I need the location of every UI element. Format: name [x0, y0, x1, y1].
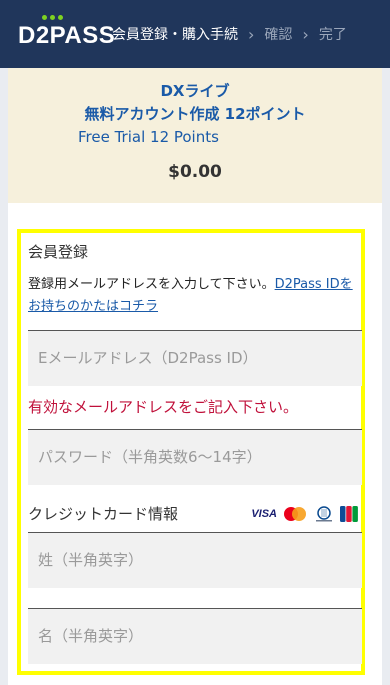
email-placeholder: Eメールアドレス（D2Pass ID） — [38, 349, 258, 367]
chevron-right-icon: › — [248, 24, 255, 44]
visa-icon: VISA — [251, 507, 277, 520]
last-name-placeholder: 姓（半角英字） — [38, 551, 144, 569]
last-name-field[interactable]: 姓（半角英字） — [28, 532, 362, 588]
diners-club-icon — [313, 505, 335, 522]
product-name-line1: DXライブ — [160, 82, 230, 100]
email-error-message: 有効なメールアドレスをご記入下さい。 — [28, 398, 299, 416]
step-register-purchase: 会員登録・購入手続 — [112, 27, 238, 43]
mastercard-icon — [282, 506, 308, 522]
card-brand-icons: VISA — [251, 505, 358, 522]
credit-card-title: クレジットカード情報 — [28, 505, 179, 523]
order-summary: DXライブ 無料アカウント作成 12ポイント Free Trial 12 Poi… — [8, 68, 382, 203]
jcb-icon — [340, 505, 358, 522]
d2pass-logo[interactable]: D2PASS — [18, 22, 115, 50]
password-field[interactable]: パスワード（半角英数6〜14字） — [28, 429, 362, 485]
product-name-english: Free Trial 12 Points — [78, 128, 219, 146]
first-name-placeholder: 名（半角英字） — [38, 627, 144, 645]
chevron-right-icon: › — [302, 24, 309, 44]
logo-dots — [42, 15, 63, 20]
product-name-line2: 無料アカウント作成 12ポイント — [84, 105, 306, 123]
password-placeholder: パスワード（半角英数6〜14字） — [38, 448, 262, 466]
step-confirm: 確認 — [264, 27, 293, 43]
top-header: D2PASS 会員登録・購入手続 › 確認 › 完了 — [0, 0, 390, 68]
registration-note-text: 登録用メールアドレスを入力して下さい。 — [28, 277, 275, 292]
registration-note: 登録用メールアドレスを入力して下さい。D2Pass IDをお持ちのかたはコチラ — [28, 274, 358, 318]
section-title-registration: 会員登録 — [28, 243, 89, 261]
checkout-steps: 会員登録・購入手続 › 確認 › 完了 — [112, 24, 347, 44]
step-complete: 完了 — [318, 27, 347, 43]
first-name-field[interactable]: 名（半角英字） — [28, 608, 362, 664]
registration-form-highlight: 会員登録 登録用メールアドレスを入力して下さい。D2Pass IDをお持ちのかた… — [17, 229, 365, 675]
order-price: $0.00 — [168, 162, 222, 182]
credit-card-header: クレジットカード情報 VISA — [28, 503, 358, 524]
email-field[interactable]: Eメールアドレス（D2Pass ID） — [28, 330, 362, 386]
